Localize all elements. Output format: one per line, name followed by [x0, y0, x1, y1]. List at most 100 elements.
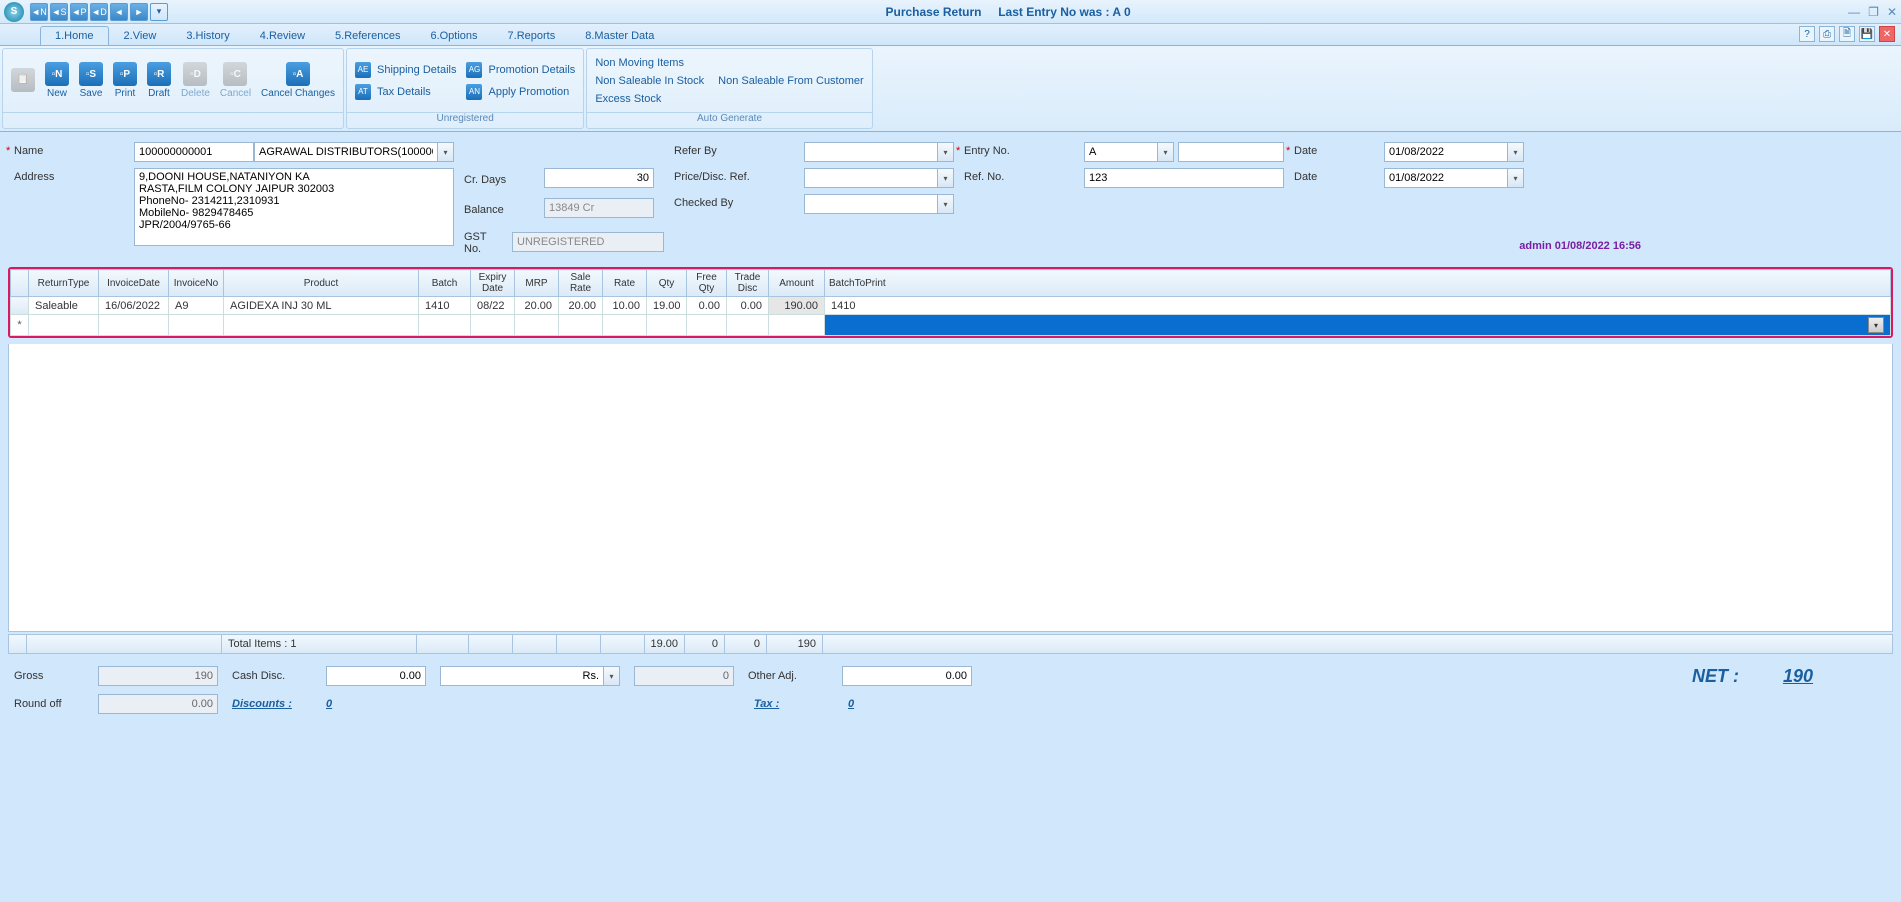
totals-row: Total Items : 1 19.00 0 0 190 [8, 634, 1893, 654]
cancel-changes-button[interactable]: ▫ACancel Changes [261, 62, 335, 99]
qat-btn-2[interactable]: ◄S [50, 3, 68, 21]
total-amt: 190 [767, 635, 823, 653]
cash-disc-label: Cash Disc. [232, 670, 312, 682]
col-product[interactable]: Product [224, 270, 419, 297]
cr-days-label: Cr. Days [464, 171, 534, 186]
grid-blank-area [8, 344, 1893, 632]
cash-disc-input[interactable] [326, 666, 426, 686]
discounts-link[interactable]: Discounts : [232, 698, 312, 710]
checked-by-input[interactable] [804, 194, 938, 214]
col-sale-rate[interactable]: Sale Rate [559, 270, 603, 297]
price-disc-input[interactable] [804, 168, 938, 188]
qat-btn-1[interactable]: ◄N [30, 3, 48, 21]
close-doc-icon[interactable]: ✕ [1879, 26, 1895, 42]
paste-button: 📋 [11, 68, 35, 94]
maximize-button[interactable]: ❐ [1868, 5, 1879, 19]
qat-btn-6[interactable]: ► [130, 3, 148, 21]
col-amount[interactable]: Amount [769, 270, 825, 297]
col-return-type[interactable]: ReturnType [29, 270, 99, 297]
name-value-input[interactable] [254, 142, 438, 162]
date2-input[interactable] [1384, 168, 1508, 188]
quick-access-toolbar: ◄N ◄S ◄P ◄D ◄ ► ▾ [30, 3, 168, 21]
tab-options[interactable]: 6.Options [415, 26, 492, 45]
qat-btn-5[interactable]: ◄ [110, 3, 128, 21]
checked-by-dropdown[interactable]: ▾ [938, 194, 954, 214]
col-qty[interactable]: Qty [647, 270, 687, 297]
batch-to-print-cell[interactable]: ▾ [825, 315, 1891, 336]
apply-promotion-link[interactable]: ANApply Promotion [466, 84, 575, 100]
address-textarea[interactable]: 9,DOONI HOUSE,NATANIYON KA RASTA,FILM CO… [134, 168, 454, 246]
ref-no-input[interactable] [1084, 168, 1284, 188]
group-unreg-label: Unregistered [347, 112, 583, 128]
qat-dropdown[interactable]: ▾ [150, 3, 168, 21]
date2-dropdown[interactable]: ▾ [1508, 168, 1524, 188]
cr-days-input[interactable] [544, 168, 654, 188]
rs-dropdown[interactable]: ▾ [604, 666, 620, 686]
tax-details-link[interactable]: ATTax Details [355, 84, 457, 100]
shipping-details-link[interactable]: AEShipping Details [355, 62, 457, 78]
qat-btn-3[interactable]: ◄P [70, 3, 88, 21]
new-button[interactable]: ▫NNew [45, 62, 69, 99]
discounts-value[interactable]: 0 [326, 698, 426, 710]
non-saleable-customer-link[interactable]: Non Saleable From Customer [718, 75, 864, 87]
close-button[interactable]: ✕ [1887, 5, 1897, 19]
rs-select[interactable] [440, 666, 604, 686]
col-batch[interactable]: Batch [419, 270, 471, 297]
col-free-qty[interactable]: Free Qty [687, 270, 727, 297]
help-icon[interactable]: ? [1799, 26, 1815, 42]
refer-by-input[interactable] [804, 142, 938, 162]
minimize-button[interactable]: — [1848, 5, 1860, 19]
rs-value-input [634, 666, 734, 686]
col-trade-disc[interactable]: Trade Disc [727, 270, 769, 297]
name-code-input[interactable] [134, 142, 254, 162]
tab-home[interactable]: 1.Home [40, 26, 109, 45]
name-dropdown[interactable]: ▾ [438, 142, 454, 162]
col-invoice-no[interactable]: InvoiceNo [169, 270, 224, 297]
entry-no-label: Entry No. [964, 142, 1074, 157]
entry-no-input[interactable] [1178, 142, 1284, 162]
items-grid[interactable]: ReturnType InvoiceDate InvoiceNo Product… [10, 269, 1891, 336]
app-icon: S [4, 2, 24, 22]
price-disc-dropdown[interactable]: ▾ [938, 168, 954, 188]
tab-review[interactable]: 4.Review [245, 26, 320, 45]
promotion-details-link[interactable]: AGPromotion Details [466, 62, 575, 78]
col-rate[interactable]: Rate [603, 270, 647, 297]
ribbon-right-icons: ? ⎙ 🗎 💾 ✕ [1799, 26, 1895, 42]
tab-history[interactable]: 3.History [171, 26, 244, 45]
print-button[interactable]: ▫PPrint [113, 62, 137, 99]
entry-prefix-input[interactable] [1084, 142, 1158, 162]
gross-input [98, 666, 218, 686]
non-moving-link[interactable]: Non Moving Items [595, 57, 863, 69]
col-expiry[interactable]: Expiry Date [471, 270, 515, 297]
grid-new-row[interactable]: * ▾ [11, 315, 1891, 336]
col-mrp[interactable]: MRP [515, 270, 559, 297]
col-invoice-date[interactable]: InvoiceDate [99, 270, 169, 297]
grid-row[interactable]: Saleable 16/06/2022 A9 AGIDEXA INJ 30 ML… [11, 297, 1891, 315]
tab-master-data[interactable]: 8.Master Data [570, 26, 669, 45]
gross-label: Gross [14, 670, 84, 682]
other-adj-input[interactable] [842, 666, 972, 686]
save-button[interactable]: ▫SSave [79, 62, 103, 99]
entry-prefix-dropdown[interactable]: ▾ [1158, 142, 1174, 162]
net-value[interactable]: 190 [1783, 666, 1813, 687]
col-batch-print[interactable]: BatchToPrint [825, 270, 1891, 297]
date-input[interactable] [1384, 142, 1508, 162]
date-dropdown[interactable]: ▾ [1508, 142, 1524, 162]
batch-print-dropdown[interactable]: ▾ [1868, 317, 1884, 333]
qat-btn-4[interactable]: ◄D [90, 3, 108, 21]
doc-icon[interactable]: 🗎 [1839, 26, 1855, 42]
print-icon[interactable]: ⎙ [1819, 26, 1835, 42]
tab-reports[interactable]: 7.Reports [493, 26, 571, 45]
non-saleable-stock-link[interactable]: Non Saleable In Stock [595, 75, 704, 87]
save-icon[interactable]: 💾 [1859, 26, 1875, 42]
title-main: Purchase Return [885, 5, 981, 19]
refer-by-dropdown[interactable]: ▾ [938, 142, 954, 162]
tax-link[interactable]: Tax : [754, 698, 834, 710]
tab-references[interactable]: 5.References [320, 26, 415, 45]
tax-value[interactable]: 0 [848, 698, 854, 710]
date2-label: Date [1294, 168, 1374, 183]
excess-stock-link[interactable]: Excess Stock [595, 93, 863, 105]
draft-button[interactable]: ▫RDraft [147, 62, 171, 99]
gst-input [512, 232, 664, 252]
tab-view[interactable]: 2.View [109, 26, 172, 45]
